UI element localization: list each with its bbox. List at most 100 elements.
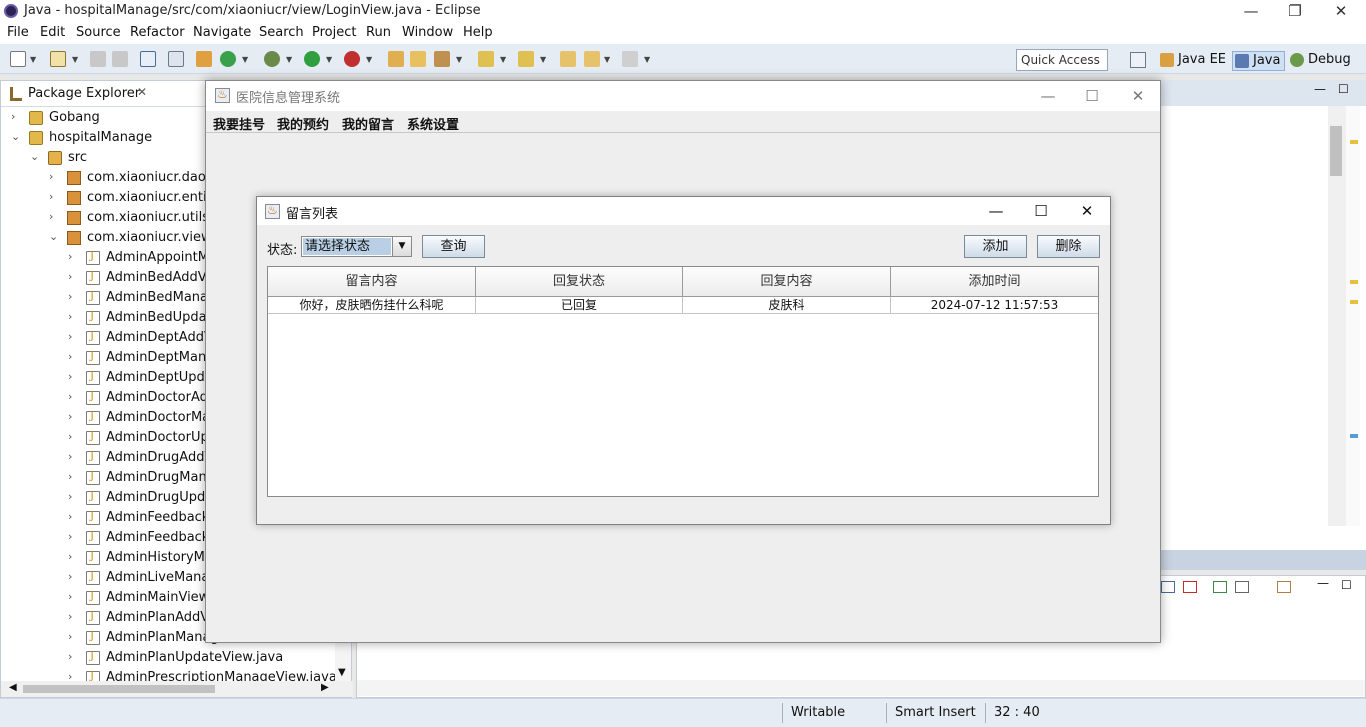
perspective-java-ee[interactable]: Java EE xyxy=(1158,51,1230,71)
column-header-reply-content[interactable]: 回复内容 xyxy=(683,267,891,297)
editor-scrollbar[interactable] xyxy=(1328,106,1346,526)
query-button[interactable]: 查询 xyxy=(422,235,485,258)
chevron-right-icon[interactable]: › xyxy=(49,210,53,223)
chevron-right-icon[interactable]: › xyxy=(68,510,72,523)
console-view-icon[interactable] xyxy=(1161,581,1175,593)
scroll-left-icon[interactable]: ◀ xyxy=(9,682,17,693)
menu-file[interactable]: File xyxy=(7,25,29,40)
run-icon[interactable] xyxy=(304,51,320,67)
scroll-thumb[interactable] xyxy=(23,685,215,693)
menu-project[interactable]: Project xyxy=(312,25,356,40)
chevron-right-icon[interactable]: › xyxy=(68,270,72,283)
chevron-down-icon[interactable]: ▼ xyxy=(392,237,411,256)
run-dropdown-icon[interactable]: ▼ xyxy=(326,55,332,64)
table-cell-reply-status[interactable]: 已回复 xyxy=(476,297,683,314)
annotation-icon[interactable] xyxy=(478,51,494,67)
open-console-icon[interactable] xyxy=(1277,581,1291,593)
console-icon[interactable] xyxy=(140,51,156,67)
next-dropdown-icon[interactable]: ▼ xyxy=(540,55,546,64)
menu-system-settings[interactable]: 系统设置 xyxy=(407,114,459,133)
remove-launch-icon[interactable] xyxy=(1183,581,1197,593)
forward-icon[interactable] xyxy=(622,51,638,67)
back-icon[interactable] xyxy=(584,51,600,67)
chevron-right-icon[interactable]: › xyxy=(68,570,72,583)
column-header-added-time[interactable]: 添加时间 xyxy=(891,267,1098,297)
next-annotation-icon[interactable] xyxy=(518,51,534,67)
chevron-right-icon[interactable]: › xyxy=(68,450,72,463)
chevron-right-icon[interactable]: › xyxy=(68,370,72,383)
external-dropdown-icon[interactable]: ▼ xyxy=(366,55,372,64)
new-dropdown-icon[interactable]: ▼ xyxy=(30,55,36,64)
annotation-dropdown-icon[interactable]: ▼ xyxy=(500,55,506,64)
chevron-right-icon[interactable]: › xyxy=(11,110,15,123)
chevron-right-icon[interactable]: › xyxy=(49,190,53,203)
app-close-icon[interactable]: ✕ xyxy=(1118,85,1158,107)
occurrence-marker[interactable] xyxy=(1350,434,1358,438)
project-dropdown-icon[interactable]: ▼ xyxy=(72,55,78,64)
pin-console-icon[interactable] xyxy=(1213,581,1227,593)
chevron-right-icon[interactable]: › xyxy=(68,330,72,343)
skip-breakpoints-icon[interactable] xyxy=(168,51,184,67)
chevron-right-icon[interactable]: › xyxy=(68,610,72,623)
column-header-reply-status[interactable]: 回复状态 xyxy=(476,267,683,297)
menu-edit[interactable]: Edit xyxy=(40,25,65,40)
chevron-right-icon[interactable]: › xyxy=(49,170,53,183)
warning-marker[interactable] xyxy=(1350,140,1358,144)
perspective-java[interactable]: Java xyxy=(1232,51,1286,71)
menu-my-appointments[interactable]: 我的预约 xyxy=(277,114,329,133)
chevron-right-icon[interactable]: › xyxy=(68,650,72,663)
back-dropdown-icon[interactable]: ▼ xyxy=(604,55,610,64)
app-minimize-icon[interactable]: — xyxy=(1028,85,1068,107)
forward-dropdown-icon[interactable]: ▼ xyxy=(644,55,650,64)
tree-horizontal-scrollbar[interactable]: ◀ ▶ xyxy=(1,681,353,697)
open-folder-icon[interactable] xyxy=(410,51,426,67)
menu-register[interactable]: 我要挂号 xyxy=(213,114,265,133)
chevron-right-icon[interactable]: › xyxy=(68,630,72,643)
chevron-right-icon[interactable]: › xyxy=(68,290,72,303)
quick-access-input[interactable]: Quick Access xyxy=(1016,49,1108,71)
scroll-right-icon[interactable]: ▶ xyxy=(321,682,329,693)
chevron-right-icon[interactable]: › xyxy=(68,350,72,363)
dialog-close-icon[interactable]: ✕ xyxy=(1067,200,1107,222)
save-icon[interactable] xyxy=(90,51,106,67)
perspective-debug[interactable]: Debug xyxy=(1288,51,1355,71)
column-header-content[interactable]: 留言内容 xyxy=(268,267,476,297)
save-all-icon[interactable] xyxy=(112,51,128,67)
status-select[interactable]: 请选择状态 ▼ xyxy=(301,236,412,257)
chevron-right-icon[interactable]: › xyxy=(68,310,72,323)
minimize-view-icon[interactable]: — xyxy=(1314,82,1326,96)
new-icon[interactable] xyxy=(10,51,26,67)
chevron-right-icon[interactable]: › xyxy=(68,430,72,443)
chevron-down-icon[interactable]: ⌄ xyxy=(11,130,20,143)
menu-refactor[interactable]: Refactor xyxy=(130,25,185,40)
warning-marker[interactable] xyxy=(1350,300,1358,304)
debug-icon[interactable] xyxy=(264,51,280,67)
minimize-icon[interactable]: — xyxy=(1228,0,1274,22)
table-cell-content[interactable]: 你好，皮肤晒伤挂什么科呢 xyxy=(268,297,476,314)
refresh-dropdown-icon[interactable]: ▼ xyxy=(242,55,248,64)
new-project-icon[interactable] xyxy=(50,51,66,67)
chevron-right-icon[interactable]: › xyxy=(68,250,72,263)
chevron-right-icon[interactable]: › xyxy=(68,550,72,563)
pencil-icon[interactable] xyxy=(434,51,450,67)
warning-marker[interactable] xyxy=(1350,280,1358,284)
close-tab-icon[interactable]: ✕ xyxy=(137,85,147,99)
menu-source[interactable]: Source xyxy=(76,25,121,40)
external-tools-icon[interactable] xyxy=(344,51,360,67)
pencil-dropdown-icon[interactable]: ▼ xyxy=(456,55,462,64)
chevron-down-icon[interactable]: ⌄ xyxy=(30,150,39,163)
refresh-icon[interactable] xyxy=(220,51,236,67)
debug-dropdown-icon[interactable]: ▼ xyxy=(286,55,292,64)
chevron-down-icon[interactable]: ⌄ xyxy=(49,230,58,243)
close-icon[interactable]: ✕ xyxy=(1318,0,1364,22)
tree-item[interactable]: › AdminPlanUpdateView.java xyxy=(1,648,353,668)
scroll-down-icon[interactable]: ▼ xyxy=(338,667,346,678)
chevron-right-icon[interactable]: › xyxy=(68,490,72,503)
menu-run[interactable]: Run xyxy=(366,25,391,40)
chevron-right-icon[interactable]: › xyxy=(68,590,72,603)
chevron-right-icon[interactable]: › xyxy=(68,390,72,403)
display-console-icon[interactable] xyxy=(1235,581,1249,593)
chevron-right-icon[interactable]: › xyxy=(68,530,72,543)
panel-horizontal-scrollbar[interactable] xyxy=(357,680,1365,696)
editor-scroll-thumb[interactable] xyxy=(1330,126,1342,176)
